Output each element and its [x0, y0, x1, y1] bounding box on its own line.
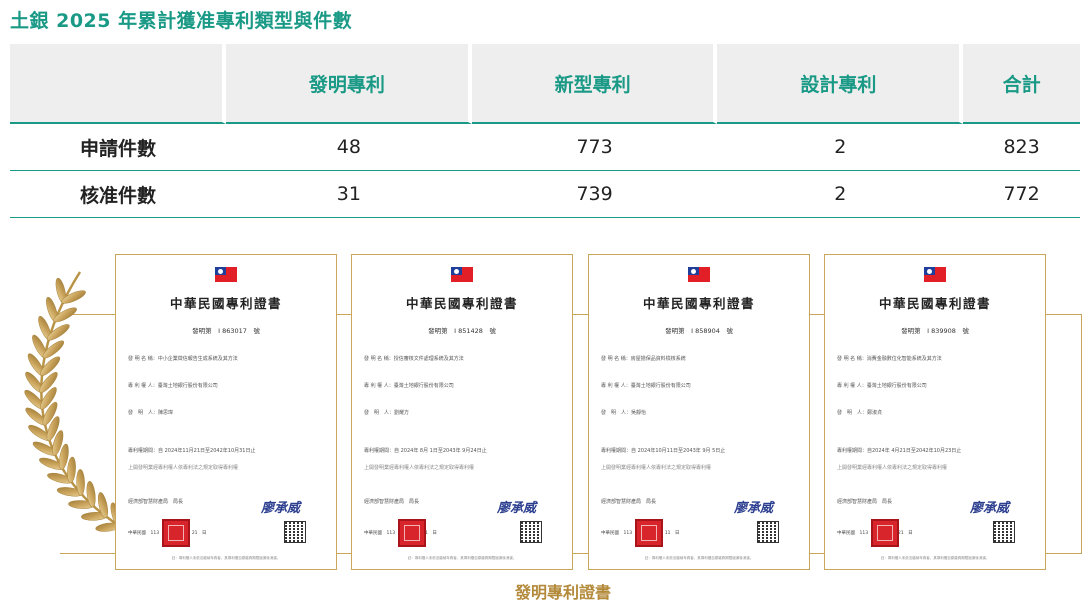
- patent-certificate: 中華民國專利證書 發明第 I 851428 號 發 明 名 稱：授信審核文件處理…: [351, 254, 573, 570]
- table-row-applications: 申請件數 48 773 2 823: [10, 124, 1080, 171]
- director-signature: 廖承威: [969, 501, 1009, 516]
- certificate-invention-name: 發 明 名 稱：房屋擔保品資料檢核系統: [601, 356, 686, 362]
- patent-certificate: 中華民國專利證書 發明第 I 839908 號 發 明 名 稱：消費金融數位化智…: [824, 254, 1046, 570]
- certificate-holder: 專 利 權 人：臺灣土地銀行股份有限公司: [128, 383, 218, 389]
- certificates-caption: 發明專利證書: [514, 583, 611, 602]
- official-seal-icon: [635, 519, 663, 547]
- header-cell-empty: [10, 44, 226, 124]
- certificate-heading: 中華民國專利證書: [169, 296, 282, 311]
- certificate-holder: 專 利 權 人：臺灣土地銀行股份有限公司: [364, 383, 454, 389]
- certificate-inventor: 發 明 人：劉耀方: [364, 410, 410, 416]
- row-label: 核准件數: [10, 171, 226, 218]
- patent-certificate: 中華民國專利證書 發明第 I 863017 號 發 明 名 稱：中小企業徵信報告…: [115, 254, 337, 570]
- header-cell-total: 合計: [963, 44, 1080, 124]
- certificate-footer: 註：專利權人未依法繳納年費者，其專利權自原繳費期限屆滿後消滅。: [171, 556, 281, 560]
- certificate-footer: 註：專利權人未依法繳納年費者，其專利權自原繳費期限屆滿後消滅。: [644, 556, 754, 560]
- certificate-inventor: 發 明 人：吳靜怡: [601, 410, 647, 416]
- certificate-holder: 專 利 權 人：臺灣土地銀行股份有限公司: [837, 383, 927, 389]
- table-cell: 739: [471, 171, 718, 218]
- taiwan-flag-icon: [451, 267, 473, 282]
- header-cell-utility: 新型專利: [471, 44, 718, 124]
- row-label: 申請件數: [10, 124, 226, 171]
- director-signature: 廖承威: [733, 501, 773, 516]
- qr-code-icon: [520, 521, 542, 543]
- table-row-approvals: 核准件數 31 739 2 772: [10, 171, 1080, 218]
- qr-code-icon: [993, 521, 1015, 543]
- certificate-holder: 專 利 權 人：臺灣土地銀行股份有限公司: [601, 383, 691, 389]
- table-cell: 773: [471, 124, 718, 171]
- certificate-date: 中華民國 113 年 4 月 21 日: [837, 531, 913, 536]
- certificate-note: 上開發明業經專利權人依專利法之規定取得專利權: [364, 465, 475, 471]
- director-signature: 廖承威: [496, 501, 536, 516]
- certificate-heading: 中華民國專利證書: [405, 296, 518, 311]
- patent-certificate: 中華民國專利證書 發明第 I 858904 號 發 明 名 稱：房屋擔保品資料檢…: [588, 254, 810, 570]
- table-cell: 772: [963, 171, 1080, 218]
- table-cell: 2: [717, 171, 964, 218]
- laurel-leaf: [67, 456, 76, 484]
- certificate-note: 上開發明業經專利權人依專利法之規定取得專利權: [837, 465, 948, 471]
- page-title: 土銀 2025 年累計獲准專利類型與件數: [10, 10, 353, 32]
- certificate-inventor: 發 明 人：鄭淑貞: [837, 410, 883, 416]
- certificate-inventor: 發 明 人：陳思瑋: [128, 410, 174, 416]
- table-cell: 48: [226, 124, 472, 171]
- certificate-term: 專利權期間：自 2024年10月11日至2043年 9月 5日止: [601, 448, 726, 454]
- certificate-invention-name: 發 明 名 稱：授信審核文件處理系統及其方法: [364, 356, 464, 362]
- taiwan-flag-icon: [924, 267, 946, 282]
- certificate-note: 上開發明業經專利權人依專利法之規定取得專利權: [601, 465, 712, 471]
- certificate-term: 專利權期間：自 2024年 8月 1日至2043年 9月24日止: [364, 448, 487, 454]
- certificate-number: 發明第 I 851428 號: [428, 327, 496, 335]
- certificate-heading: 中華民國專利證書: [878, 296, 991, 311]
- certificate-number: 發明第 I 863017 號: [192, 327, 260, 335]
- table-cell: 2: [717, 124, 964, 171]
- taiwan-flag-icon: [688, 267, 710, 282]
- table-cell: 823: [963, 124, 1080, 171]
- header-cell-design: 設計專利: [717, 44, 964, 124]
- patent-stats-table: 發明專利 新型專利 設計專利 合計 申請件數 48 773 2 823 核准件數…: [10, 44, 1080, 218]
- certificate-invention-name: 發 明 名 稱：消費金融數位化智能系統及其方法: [837, 356, 942, 362]
- certificate-note: 上開發明業經專利權人依專利法之規定取得專利權: [128, 465, 239, 471]
- certificate-date: 中華民國 113 年 11 月 21 日: [128, 531, 207, 536]
- qr-code-icon: [284, 521, 306, 543]
- table-header-row: 發明專利 新型專利 設計專利 合計: [10, 44, 1080, 124]
- certificate-date: 中華民國 113 年 8 月 1 日: [364, 531, 437, 536]
- director-signature: 廖承威: [260, 501, 300, 516]
- certificate-invention-name: 發 明 名 稱：中小企業徵信報告生成系統及其方法: [128, 356, 238, 362]
- qr-code-icon: [757, 521, 779, 543]
- certificate-footer: 註：專利權人未依法繳納年費者，其專利權自原繳費期限屆滿後消滅。: [407, 556, 517, 560]
- certificate-date: 中華民國 113 年 10 月 11 日: [601, 531, 680, 536]
- header-cell-invention: 發明專利: [226, 44, 472, 124]
- official-seal-icon: [398, 519, 426, 547]
- official-seal-icon: [162, 519, 190, 547]
- certificate-number: 發明第 I 858904 號: [665, 327, 733, 335]
- table-cell: 31: [226, 171, 472, 218]
- certificate-footer: 註：專利權人未依法繳納年費者，其專利權自原繳費期限屆滿後消滅。: [880, 556, 990, 560]
- certificate-term: 專利權期間：自2024年 4月21日至2042年10月23日止: [837, 448, 962, 454]
- certificate-term: 專利權期間：自 2024年11月21日至2042年10月31日止: [128, 448, 256, 454]
- certificate-number: 發明第 I 839908 號: [901, 327, 969, 335]
- certificate-heading: 中華民國專利證書: [642, 296, 755, 311]
- official-seal-icon: [871, 519, 899, 547]
- taiwan-flag-icon: [215, 267, 237, 282]
